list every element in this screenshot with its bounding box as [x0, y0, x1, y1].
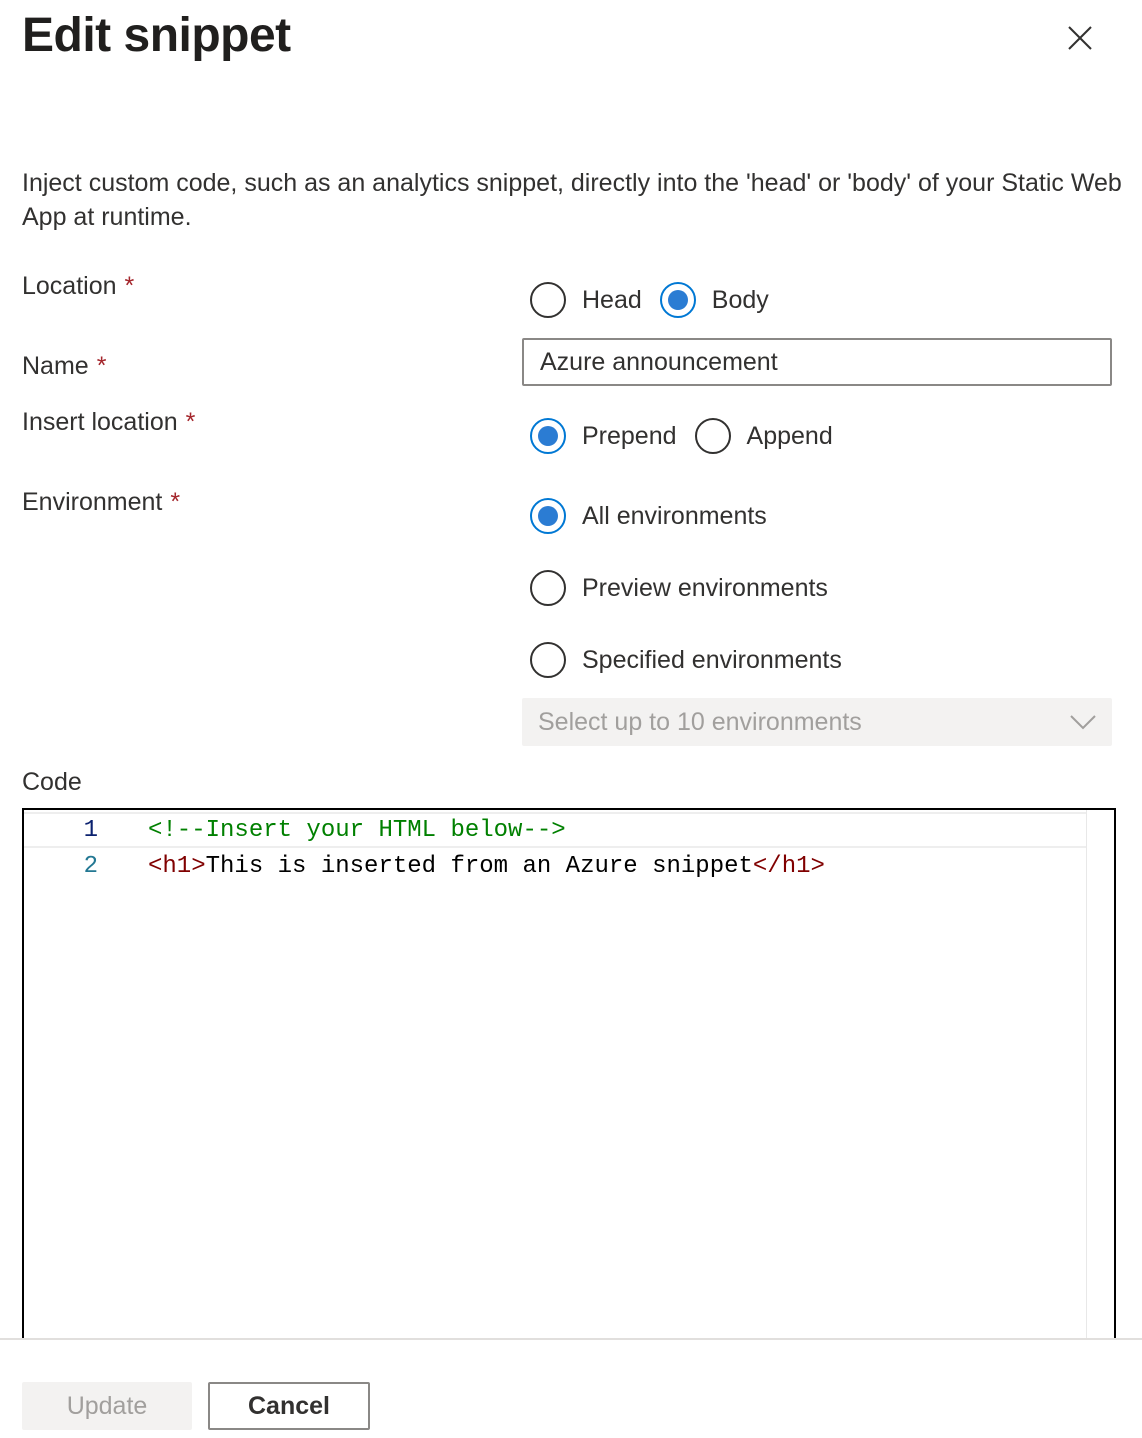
radio-body[interactable]: Body — [659, 282, 769, 318]
code-line[interactable]: 2 <h1>This is inserted from an Azure sni… — [24, 848, 1086, 884]
radio-circle[interactable] — [530, 282, 566, 318]
radio-circle[interactable] — [530, 570, 566, 606]
cancel-button[interactable]: Cancel — [208, 1382, 370, 1430]
insert-location-label-text: Insert location — [22, 408, 178, 436]
required-marker: * — [185, 408, 196, 436]
code-open-tag: <h1> — [148, 852, 206, 880]
radio-append[interactable]: Append — [694, 418, 833, 454]
required-marker: * — [124, 272, 135, 300]
radio-circle[interactable] — [694, 418, 731, 454]
code-label: Code — [22, 768, 82, 796]
radio-circle[interactable] — [530, 418, 566, 454]
update-button[interactable]: Update — [22, 1382, 192, 1430]
code-editor[interactable]: 1 <!--Insert your HTML below--> 2 <h1>Th… — [22, 808, 1116, 1368]
code-comment: <!--Insert your HTML below--> — [148, 816, 566, 844]
radio-label-prepend: Prepend — [582, 421, 677, 450]
insert-location-label: Insert location * — [22, 408, 195, 437]
required-marker: * — [96, 352, 107, 380]
code-close-tag: </h1> — [752, 852, 825, 880]
line-number: 2 — [83, 852, 98, 880]
radio-label-append: Append — [746, 421, 833, 450]
chevron-down-icon — [1070, 715, 1096, 730]
location-radio-group: Head Body — [530, 282, 787, 318]
environment-radio-specified: Specified environments — [530, 642, 860, 678]
line-number: 1 — [83, 816, 98, 844]
code-text: This is inserted from an Azure snippet — [205, 852, 753, 880]
environment-label: Environment * — [22, 488, 180, 517]
radio-prepend[interactable]: Prepend — [530, 418, 677, 454]
environments-dropdown: Select up to 10 environments — [522, 698, 1112, 746]
location-label-text: Location — [22, 272, 117, 300]
radio-label-body: Body — [711, 285, 769, 314]
close-icon — [1068, 26, 1092, 50]
radio-all-environments[interactable]: All environments — [530, 498, 767, 534]
name-label: Name * — [22, 352, 106, 381]
location-label: Location * — [22, 272, 134, 301]
radio-label-preview-environments: Preview environments — [582, 573, 828, 602]
radio-label-specified-environments: Specified environments — [582, 645, 842, 674]
name-input[interactable] — [522, 338, 1112, 386]
environments-dropdown-placeholder: Select up to 10 environments — [538, 707, 862, 736]
panel-description: Inject custom code, such as an analytics… — [22, 169, 1122, 231]
close-button[interactable] — [1058, 16, 1102, 60]
radio-circle[interactable] — [530, 642, 566, 678]
insert-location-radio-group: Prepend Append — [530, 418, 851, 454]
environment-radio-all: All environments — [530, 498, 785, 534]
radio-preview-environments[interactable]: Preview environments — [530, 570, 828, 606]
radio-label-all-environments: All environments — [582, 501, 767, 530]
radio-circle[interactable] — [659, 282, 696, 318]
editor-scroll-gutter — [1086, 810, 1087, 1366]
environment-radio-preview: Preview environments — [530, 570, 846, 606]
page-title: Edit snippet — [22, 9, 291, 62]
radio-specified-environments[interactable]: Specified environments — [530, 642, 842, 678]
name-label-text: Name — [22, 352, 89, 380]
radio-head[interactable]: Head — [530, 282, 642, 318]
code-line[interactable]: 1 <!--Insert your HTML below--> — [24, 812, 1086, 848]
panel-footer: Update Cancel — [0, 1338, 1142, 1438]
environment-label-text: Environment — [22, 488, 163, 516]
radio-circle[interactable] — [530, 498, 566, 534]
radio-label-head: Head — [582, 285, 642, 314]
required-marker: * — [170, 488, 181, 516]
code-content: <h1>This is inserted from an Azure snipp… — [148, 853, 825, 880]
